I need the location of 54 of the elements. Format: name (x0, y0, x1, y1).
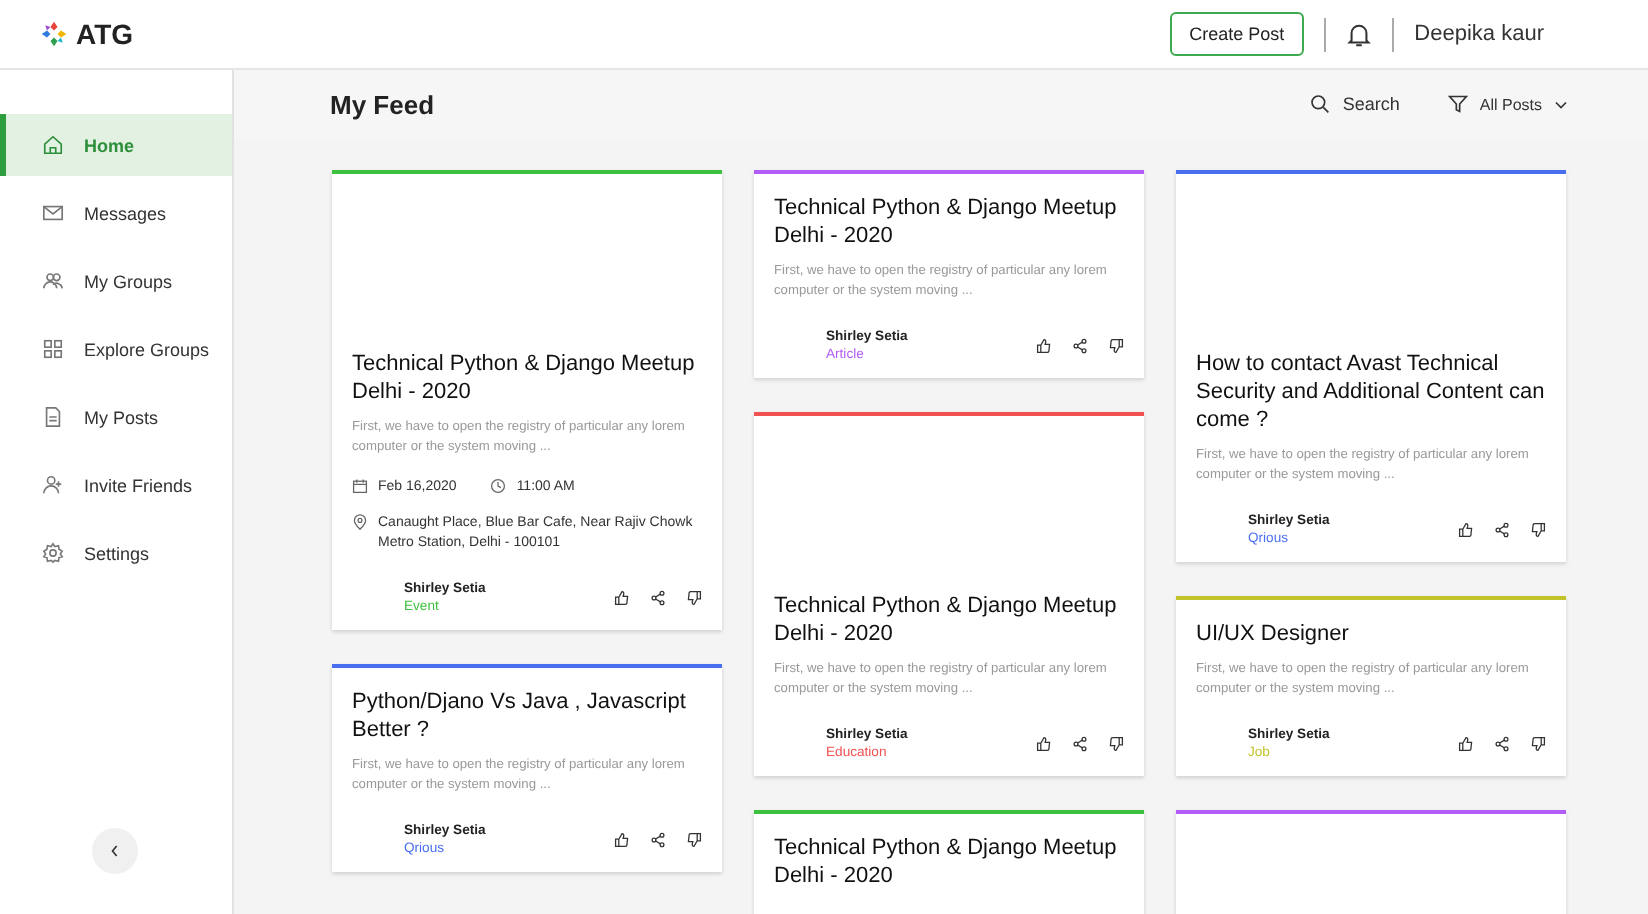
share-icon[interactable] (1494, 522, 1510, 538)
share-icon[interactable] (650, 590, 666, 606)
bell-icon[interactable] (1346, 21, 1373, 47)
sidebar-item[interactable]: Settings (0, 522, 232, 584)
settings-icon (42, 542, 64, 564)
thumbs-down-icon[interactable] (1108, 736, 1124, 752)
sidebar-item[interactable]: My Posts (0, 386, 232, 448)
thumbs-down-icon[interactable] (1530, 736, 1546, 752)
home-icon (42, 134, 64, 156)
create-post-button[interactable]: Create Post (1169, 12, 1305, 56)
post-title[interactable]: Technical Python & Django Meetup Delhi - 2020 (774, 592, 1124, 648)
post-title[interactable]: UI/UX Designer (1196, 620, 1546, 648)
post-title[interactable]: Python/Djano Vs Java , Javascript Better ? (352, 688, 702, 744)
thumbs-up-icon[interactable] (1458, 736, 1474, 752)
post-title[interactable]: How to contact Avast Technical Security and Additional Content can come ? (1196, 350, 1546, 434)
chevron-left-icon (110, 844, 120, 858)
sidebar-item[interactable]: Messages (0, 182, 232, 244)
search-button[interactable]: Search (1310, 94, 1400, 114)
thumbs-down-icon[interactable] (686, 590, 702, 606)
clock-icon (490, 478, 507, 494)
add-person-icon (42, 474, 64, 496)
thumbs-down-icon[interactable] (1530, 522, 1546, 538)
logo-text: ATG (76, 18, 134, 50)
grid-icon (42, 338, 64, 360)
post-filter-dropdown[interactable]: All Posts (1447, 94, 1568, 114)
thumbs-up-icon[interactable] (1036, 338, 1052, 354)
search-icon (1310, 94, 1331, 114)
logo-icon (40, 20, 68, 48)
chevron-down-icon (1554, 99, 1568, 109)
thumbs-up-icon[interactable] (1036, 736, 1052, 752)
share-icon[interactable] (1494, 736, 1510, 752)
feed-title: My Feed (330, 89, 435, 119)
thumbs-up-icon[interactable] (614, 832, 630, 848)
post-title[interactable]: Technical Python & Django Meetup Delhi - 2020 (352, 350, 702, 406)
post-title[interactable]: Technical Python & Django Meetup Delhi - 2020 (774, 194, 1124, 250)
sidebar-item[interactable]: Home (0, 114, 232, 176)
thumbs-up-icon[interactable] (1458, 522, 1474, 538)
document-icon (42, 406, 64, 428)
sidebar-item[interactable]: Invite Friends (0, 454, 232, 516)
share-icon[interactable] (1072, 338, 1088, 354)
thumbs-down-icon[interactable] (686, 832, 702, 848)
post-title[interactable]: Technical Python & Django Meetup Delhi - 2020 (774, 834, 1124, 890)
sidebar-item[interactable]: My Groups (0, 250, 232, 312)
share-icon[interactable] (650, 832, 666, 848)
share-icon[interactable] (1072, 736, 1088, 752)
calendar-icon (352, 478, 368, 494)
mail-icon (42, 202, 64, 224)
sidebar-item[interactable]: Explore Groups (0, 318, 232, 380)
filter-icon (1447, 94, 1468, 114)
people-icon (42, 270, 64, 292)
thumbs-up-icon[interactable] (614, 590, 630, 606)
location-pin-icon (352, 514, 368, 530)
user-name[interactable]: Deepika kaur (1414, 22, 1544, 46)
thumbs-down-icon[interactable] (1108, 338, 1124, 354)
